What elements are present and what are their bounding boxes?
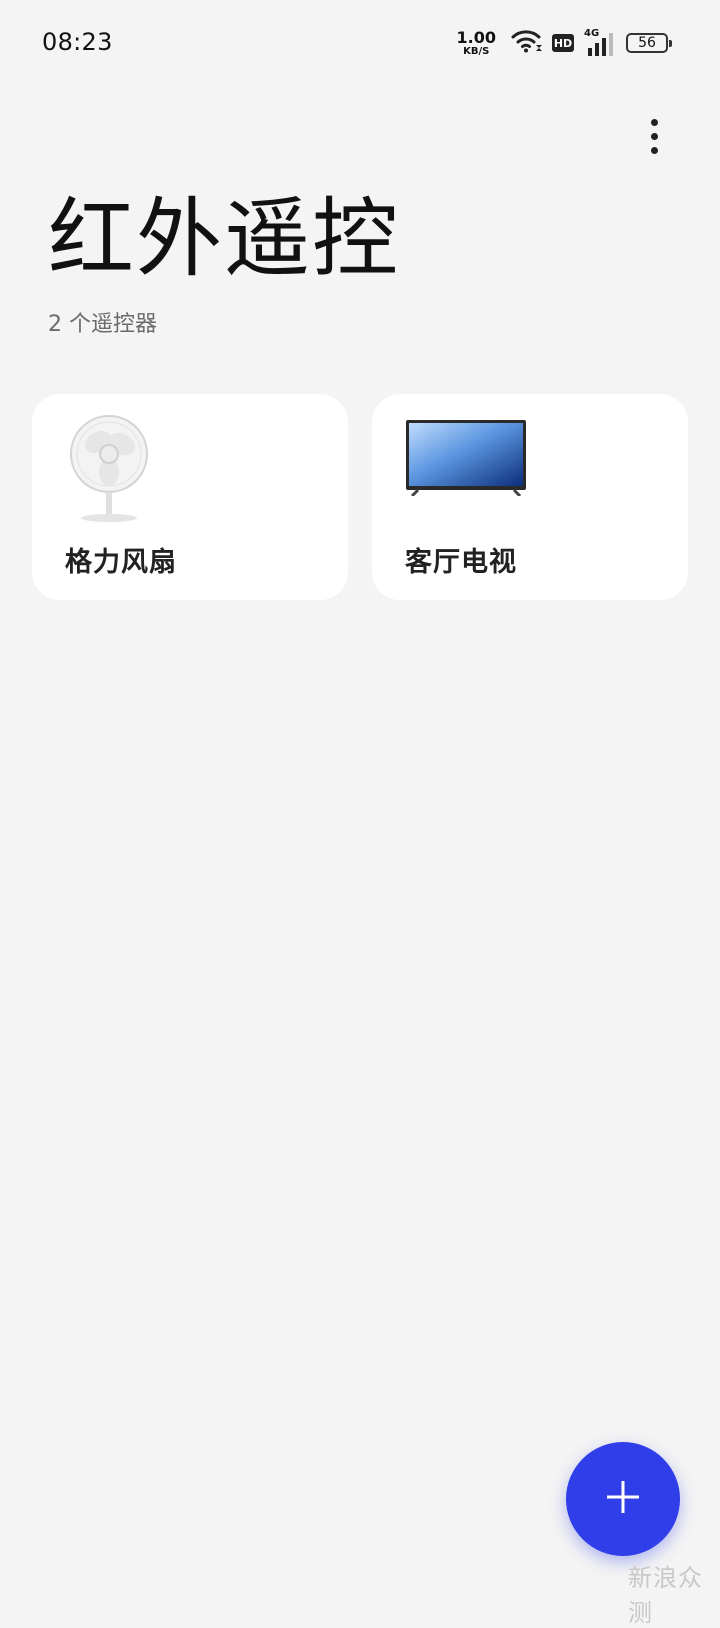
more-dot	[650, 118, 658, 126]
watermark: 新浪众测	[628, 1564, 703, 1627]
network-speed-value: 1.00	[456, 27, 496, 47]
remote-card-label: 客厅电视	[405, 547, 517, 578]
network-speed-unit: KB/S	[463, 45, 490, 57]
battery-level: 56	[638, 35, 656, 51]
battery-icon: 56	[626, 33, 672, 53]
more-dot	[650, 132, 658, 140]
network-speed: 1.00 KB/S	[456, 27, 496, 57]
status-time: 08:23	[42, 28, 113, 56]
remote-count: 2 个遥控器	[48, 312, 157, 337]
remote-card-tv[interactable]: 客厅电视	[372, 394, 688, 600]
fan-icon	[64, 412, 154, 528]
more-options-icon[interactable]	[636, 114, 672, 158]
network-type-label: 4G	[584, 28, 600, 39]
page-title: 红外遥控	[48, 189, 400, 289]
tv-icon	[404, 412, 528, 500]
more-dot	[650, 146, 658, 154]
cellular-signal-icon: 4G	[584, 28, 616, 56]
hd-icon: HD	[552, 34, 574, 52]
plus-icon	[605, 1479, 641, 1519]
wifi-icon	[510, 28, 542, 58]
status-icons: 1.00 KB/S HD 4G 56	[456, 26, 672, 60]
remote-card-fan[interactable]: 格力风扇	[32, 394, 348, 600]
status-bar: 08:23 1.00 KB/S HD 4G 56	[0, 0, 720, 88]
remote-card-label: 格力风扇	[65, 547, 177, 578]
add-remote-button[interactable]	[566, 1442, 680, 1556]
